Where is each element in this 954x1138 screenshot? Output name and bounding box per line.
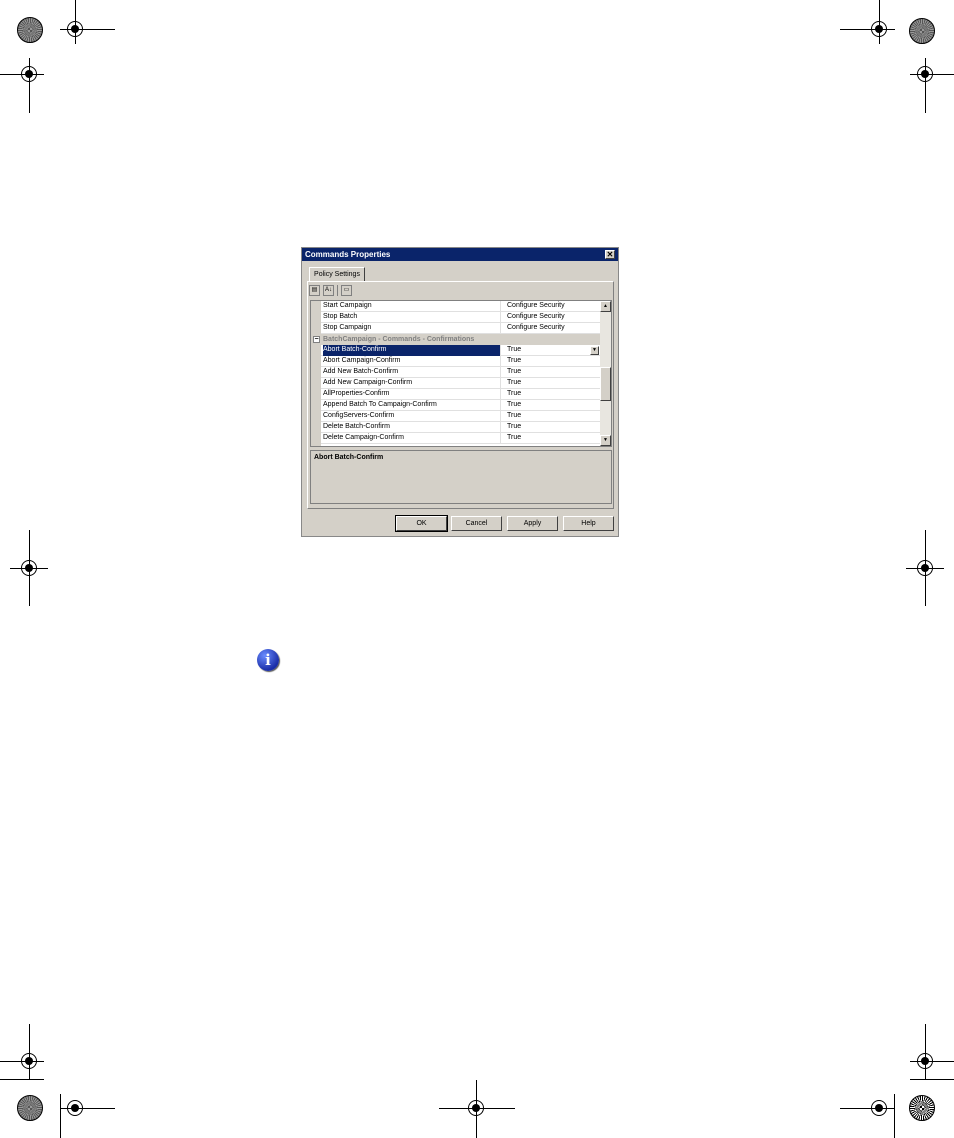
category-row[interactable]: − BatchCampaign - Commands - Confirmatio… bbox=[311, 334, 601, 345]
crop-line bbox=[29, 1024, 30, 1079]
table-row[interactable]: Stop Batch Configure Security bbox=[321, 312, 601, 323]
crop-line bbox=[29, 530, 30, 606]
property-name: Start Campaign bbox=[323, 301, 501, 312]
property-pages-icon: ▭ bbox=[343, 286, 350, 293]
property-name: ConfigServers-Confirm bbox=[323, 411, 501, 422]
apply-button[interactable]: Apply bbox=[507, 516, 558, 531]
property-value[interactable]: True bbox=[507, 389, 599, 399]
crop-line bbox=[910, 1079, 954, 1080]
arrow-up-icon: ▲ bbox=[603, 303, 608, 309]
categorized-view-button[interactable]: ▤ bbox=[309, 284, 320, 296]
description-pane: Abort Batch-Confirm bbox=[310, 450, 612, 504]
table-row[interactable]: AllProperties-Confirm True bbox=[321, 389, 601, 400]
help-button[interactable]: Help bbox=[563, 516, 614, 531]
crop-line bbox=[879, 0, 880, 44]
category-label: BatchCampaign - Commands - Confirmations bbox=[323, 336, 475, 343]
property-value[interactable]: True bbox=[507, 356, 599, 366]
vertical-scrollbar[interactable]: ▲ ▼ bbox=[600, 301, 611, 446]
ok-button[interactable]: OK bbox=[395, 515, 448, 532]
crop-line bbox=[840, 1108, 895, 1109]
table-row[interactable]: Start Campaign Configure Security bbox=[321, 301, 601, 312]
grid-gutter bbox=[311, 301, 321, 446]
property-value[interactable]: Configure Security bbox=[507, 301, 599, 311]
crop-line bbox=[925, 58, 926, 113]
table-row[interactable]: ConfigServers-Confirm True bbox=[321, 411, 601, 422]
table-row[interactable]: Abort Campaign-Confirm True bbox=[321, 356, 601, 367]
crop-line bbox=[0, 1079, 44, 1080]
property-value[interactable]: True bbox=[507, 400, 599, 410]
dialog-title: Commands Properties bbox=[305, 250, 391, 259]
property-value[interactable]: Configure Security bbox=[507, 312, 599, 322]
crop-line bbox=[29, 58, 30, 113]
property-name: Stop Campaign bbox=[323, 323, 501, 334]
property-name: Delete Campaign-Confirm bbox=[323, 433, 501, 444]
crop-line bbox=[840, 29, 895, 30]
crop-line bbox=[60, 29, 115, 30]
crop-line bbox=[925, 530, 926, 606]
toolbar-separator bbox=[337, 284, 338, 296]
alphabetical-view-button[interactable]: A↓ bbox=[323, 284, 334, 296]
info-icon: i bbox=[257, 649, 279, 671]
property-grid: Start Campaign Configure Security Stop B… bbox=[310, 300, 612, 447]
close-button[interactable]: ✕ bbox=[605, 250, 615, 259]
table-row[interactable]: Stop Campaign Configure Security bbox=[321, 323, 601, 334]
crop-line bbox=[910, 1061, 954, 1062]
scrollbar-thumb[interactable] bbox=[600, 367, 611, 401]
dropdown-button[interactable]: ▼ bbox=[590, 346, 599, 355]
property-name: Add New Batch-Confirm bbox=[323, 367, 501, 378]
property-grid-toolbar: ▤ A↓ ▭ bbox=[309, 284, 352, 296]
chevron-down-icon: ▼ bbox=[592, 347, 597, 353]
registration-rosette-icon bbox=[17, 1095, 43, 1121]
property-value[interactable]: True bbox=[507, 378, 599, 388]
table-row[interactable]: Append Batch To Campaign-Confirm True bbox=[321, 400, 601, 411]
crop-line bbox=[476, 1080, 477, 1138]
property-value[interactable]: True bbox=[507, 433, 599, 443]
sort-alphabetical-icon: A↓ bbox=[324, 286, 332, 293]
property-name: Abort Batch-Confirm bbox=[323, 345, 501, 356]
registration-rosette-icon bbox=[17, 17, 43, 43]
registration-rosette-icon bbox=[909, 1095, 935, 1121]
crop-line bbox=[0, 74, 44, 75]
crop-line bbox=[894, 1094, 895, 1138]
collapse-icon[interactable]: − bbox=[313, 336, 320, 343]
dialog-titlebar[interactable]: Commands Properties ✕ bbox=[302, 248, 618, 261]
property-name: Append Batch To Campaign-Confirm bbox=[323, 400, 501, 411]
property-pages-button[interactable]: ▭ bbox=[341, 284, 352, 296]
property-name: Delete Batch-Confirm bbox=[323, 422, 501, 433]
registration-rosette-icon bbox=[909, 18, 935, 44]
property-value[interactable]: True bbox=[507, 422, 599, 432]
categorized-icon: ▤ bbox=[311, 286, 318, 293]
cancel-button[interactable]: Cancel bbox=[451, 516, 502, 531]
property-name: Add New Campaign-Confirm bbox=[323, 378, 501, 389]
property-value[interactable]: Configure Security bbox=[507, 323, 599, 333]
scroll-up-button[interactable]: ▲ bbox=[600, 301, 611, 312]
table-row[interactable]: Add New Batch-Confirm True bbox=[321, 367, 601, 378]
crop-line bbox=[60, 1094, 61, 1138]
property-name: Abort Campaign-Confirm bbox=[323, 356, 501, 367]
crop-line bbox=[910, 74, 954, 75]
tab-policy-settings[interactable]: Policy Settings bbox=[309, 267, 365, 281]
crop-line bbox=[439, 1108, 515, 1109]
commands-properties-dialog: Commands Properties ✕ Policy Settings ▤ … bbox=[301, 247, 619, 537]
close-icon: ✕ bbox=[606, 250, 614, 259]
property-value[interactable]: True bbox=[507, 345, 599, 355]
description-title: Abort Batch-Confirm bbox=[314, 454, 384, 461]
property-name: Stop Batch bbox=[323, 312, 501, 323]
crop-line bbox=[60, 1108, 115, 1109]
property-value[interactable]: True bbox=[507, 411, 599, 421]
arrow-down-icon: ▼ bbox=[603, 437, 608, 443]
table-row[interactable]: Delete Campaign-Confirm True bbox=[321, 433, 601, 444]
tab-label: Policy Settings bbox=[314, 271, 360, 278]
table-row-selected[interactable]: Abort Batch-Confirm True ▼ bbox=[321, 345, 601, 356]
property-value[interactable]: True bbox=[507, 367, 599, 377]
table-row[interactable]: Delete Batch-Confirm True bbox=[321, 422, 601, 433]
property-name: AllProperties-Confirm bbox=[323, 389, 501, 400]
crop-line bbox=[75, 0, 76, 44]
crop-line bbox=[0, 1061, 44, 1062]
crop-line bbox=[925, 1024, 926, 1079]
table-row[interactable]: Add New Campaign-Confirm True bbox=[321, 378, 601, 389]
scroll-down-button[interactable]: ▼ bbox=[600, 435, 611, 446]
